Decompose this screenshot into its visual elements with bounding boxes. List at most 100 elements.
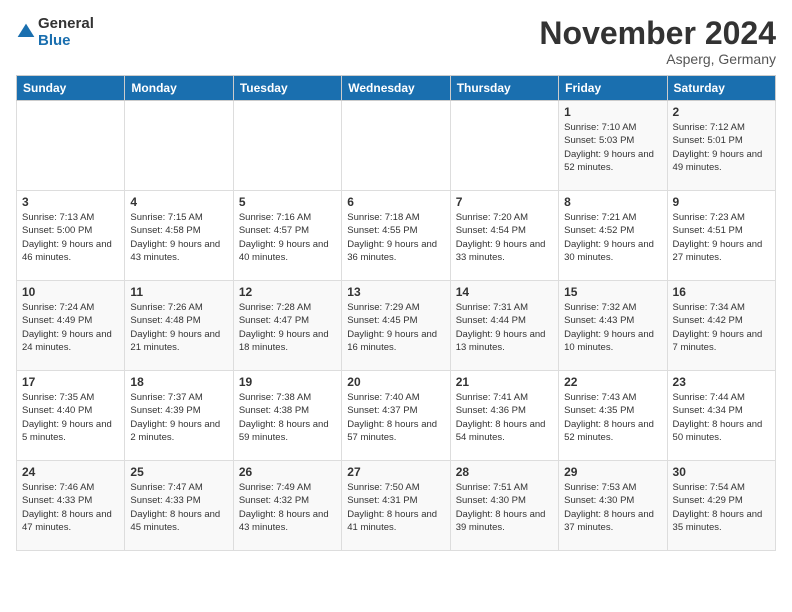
logo-blue-text: Blue — [38, 33, 94, 50]
calendar-cell: 19 Sunrise: 7:38 AM Sunset: 4:38 PM Dayli… — [233, 371, 341, 461]
weekday-header-monday: Monday — [125, 76, 233, 101]
day-number: 3 — [22, 195, 119, 209]
calendar-cell: 24 Sunrise: 7:46 AM Sunset: 4:33 PM Dayli… — [17, 461, 125, 551]
day-number: 22 — [564, 375, 661, 389]
day-info: Sunrise: 7:31 AM Sunset: 4:44 PM Dayligh… — [456, 301, 553, 354]
calendar-cell: 6Sunrise: 7:18 AM Sunset: 4:55 PM Daylig… — [342, 191, 450, 281]
day-number: 7 — [456, 195, 553, 209]
day-number: 12 — [239, 285, 336, 299]
day-info: Sunrise: 7:15 AM Sunset: 4:58 PM Dayligh… — [130, 211, 227, 264]
weekday-header-wednesday: Wednesday — [342, 76, 450, 101]
day-number: 18 — [130, 375, 227, 389]
day-number: 21 — [456, 375, 553, 389]
day-number: 5 — [239, 195, 336, 209]
day-info: Sunrise: 7:32 AM Sunset: 4:43 PM Dayligh… — [564, 301, 661, 354]
calendar-cell: 7 Sunrise: 7:20 AM Sunset: 4:54 PM Daylig… — [450, 191, 558, 281]
calendar-cell: 23 Sunrise: 7:44 AM Sunset: 4:34 PM Dayli… — [667, 371, 775, 461]
day-number: 25 — [130, 465, 227, 479]
day-info: Sunrise: 7:28 AM Sunset: 4:47 PM Dayligh… — [239, 301, 336, 354]
calendar-cell — [233, 101, 341, 191]
logo-general-text: General — [38, 16, 94, 33]
day-info: Sunrise: 7:23 AM Sunset: 4:51 PM Dayligh… — [673, 211, 770, 264]
day-number: 16 — [673, 285, 770, 299]
day-number: 27 — [347, 465, 444, 479]
logo-icon — [16, 22, 36, 42]
day-info: Sunrise: 7:34 AM Sunset: 4:42 PM Dayligh… — [673, 301, 770, 354]
calendar-cell: 13 Sunrise: 7:29 AM Sunset: 4:45 PM Dayli… — [342, 281, 450, 371]
calendar-week-1: 1Sunrise: 7:10 AM Sunset: 5:03 PM Daylig… — [17, 101, 776, 191]
day-info: Sunrise: 7:47 AM Sunset: 4:33 PM Dayligh… — [130, 481, 227, 534]
calendar-cell: 5 Sunrise: 7:16 AM Sunset: 4:57 PM Daylig… — [233, 191, 341, 281]
day-number: 20 — [347, 375, 444, 389]
calendar-cell: 29Sunrise: 7:53 AM Sunset: 4:30 PM Dayli… — [559, 461, 667, 551]
day-number: 17 — [22, 375, 119, 389]
calendar-cell — [342, 101, 450, 191]
day-info: Sunrise: 7:44 AM Sunset: 4:34 PM Dayligh… — [673, 391, 770, 444]
calendar-cell: 20 Sunrise: 7:40 AM Sunset: 4:37 PM Dayli… — [342, 371, 450, 461]
calendar-cell: 2 Sunrise: 7:12 AM Sunset: 5:01 PM Daylig… — [667, 101, 775, 191]
calendar-cell: 27 Sunrise: 7:50 AM Sunset: 4:31 PM Dayli… — [342, 461, 450, 551]
calendar-cell: 15Sunrise: 7:32 AM Sunset: 4:43 PM Dayli… — [559, 281, 667, 371]
day-number: 14 — [456, 285, 553, 299]
weekday-header-tuesday: Tuesday — [233, 76, 341, 101]
day-number: 19 — [239, 375, 336, 389]
day-info: Sunrise: 7:12 AM Sunset: 5:01 PM Dayligh… — [673, 121, 770, 174]
location: Asperg, Germany — [539, 51, 776, 67]
day-number: 23 — [673, 375, 770, 389]
day-info: Sunrise: 7:18 AM Sunset: 4:55 PM Dayligh… — [347, 211, 444, 264]
calendar-cell: 16 Sunrise: 7:34 AM Sunset: 4:42 PM Dayli… — [667, 281, 775, 371]
calendar-cell: 8 Sunrise: 7:21 AM Sunset: 4:52 PM Daylig… — [559, 191, 667, 281]
calendar-table: SundayMondayTuesdayWednesdayThursdayFrid… — [16, 75, 776, 551]
calendar-week-2: 3 Sunrise: 7:13 AM Sunset: 5:00 PM Daylig… — [17, 191, 776, 281]
day-info: Sunrise: 7:35 AM Sunset: 4:40 PM Dayligh… — [22, 391, 119, 444]
day-info: Sunrise: 7:21 AM Sunset: 4:52 PM Dayligh… — [564, 211, 661, 264]
day-number: 8 — [564, 195, 661, 209]
calendar-cell: 26Sunrise: 7:49 AM Sunset: 4:32 PM Dayli… — [233, 461, 341, 551]
calendar-cell: 9 Sunrise: 7:23 AM Sunset: 4:51 PM Daylig… — [667, 191, 775, 281]
calendar-cell: 1Sunrise: 7:10 AM Sunset: 5:03 PM Daylig… — [559, 101, 667, 191]
day-number: 1 — [564, 105, 661, 119]
calendar-cell: 10 Sunrise: 7:24 AM Sunset: 4:49 PM Dayli… — [17, 281, 125, 371]
day-info: Sunrise: 7:38 AM Sunset: 4:38 PM Dayligh… — [239, 391, 336, 444]
calendar-cell: 11Sunrise: 7:26 AM Sunset: 4:48 PM Dayli… — [125, 281, 233, 371]
day-info: Sunrise: 7:37 AM Sunset: 4:39 PM Dayligh… — [130, 391, 227, 444]
day-number: 4 — [130, 195, 227, 209]
calendar-cell: 28Sunrise: 7:51 AM Sunset: 4:30 PM Dayli… — [450, 461, 558, 551]
logo: General Blue — [16, 16, 94, 49]
weekday-header-saturday: Saturday — [667, 76, 775, 101]
weekday-header-sunday: Sunday — [17, 76, 125, 101]
day-info: Sunrise: 7:41 AM Sunset: 4:36 PM Dayligh… — [456, 391, 553, 444]
day-info: Sunrise: 7:16 AM Sunset: 4:57 PM Dayligh… — [239, 211, 336, 264]
day-number: 13 — [347, 285, 444, 299]
day-info: Sunrise: 7:40 AM Sunset: 4:37 PM Dayligh… — [347, 391, 444, 444]
day-number: 29 — [564, 465, 661, 479]
day-info: Sunrise: 7:29 AM Sunset: 4:45 PM Dayligh… — [347, 301, 444, 354]
day-info: Sunrise: 7:24 AM Sunset: 4:49 PM Dayligh… — [22, 301, 119, 354]
day-info: Sunrise: 7:13 AM Sunset: 5:00 PM Dayligh… — [22, 211, 119, 264]
calendar-week-5: 24 Sunrise: 7:46 AM Sunset: 4:33 PM Dayli… — [17, 461, 776, 551]
calendar-cell — [17, 101, 125, 191]
calendar-week-3: 10 Sunrise: 7:24 AM Sunset: 4:49 PM Dayli… — [17, 281, 776, 371]
day-number: 10 — [22, 285, 119, 299]
day-info: Sunrise: 7:54 AM Sunset: 4:29 PM Dayligh… — [673, 481, 770, 534]
day-number: 26 — [239, 465, 336, 479]
day-number: 28 — [456, 465, 553, 479]
month-title: November 2024 — [539, 16, 776, 51]
day-number: 11 — [130, 285, 227, 299]
calendar-header: SundayMondayTuesdayWednesdayThursdayFrid… — [17, 76, 776, 101]
weekday-row: SundayMondayTuesdayWednesdayThursdayFrid… — [17, 76, 776, 101]
calendar-cell: 14 Sunrise: 7:31 AM Sunset: 4:44 PM Dayli… — [450, 281, 558, 371]
day-number: 2 — [673, 105, 770, 119]
day-info: Sunrise: 7:46 AM Sunset: 4:33 PM Dayligh… — [22, 481, 119, 534]
day-number: 9 — [673, 195, 770, 209]
day-info: Sunrise: 7:50 AM Sunset: 4:31 PM Dayligh… — [347, 481, 444, 534]
day-info: Sunrise: 7:20 AM Sunset: 4:54 PM Dayligh… — [456, 211, 553, 264]
calendar-cell: 3 Sunrise: 7:13 AM Sunset: 5:00 PM Daylig… — [17, 191, 125, 281]
weekday-header-friday: Friday — [559, 76, 667, 101]
calendar-cell — [450, 101, 558, 191]
title-area: November 2024 Asperg, Germany — [539, 16, 776, 67]
calendar-week-4: 17 Sunrise: 7:35 AM Sunset: 4:40 PM Dayli… — [17, 371, 776, 461]
day-number: 24 — [22, 465, 119, 479]
day-info: Sunrise: 7:43 AM Sunset: 4:35 PM Dayligh… — [564, 391, 661, 444]
calendar-body: 1Sunrise: 7:10 AM Sunset: 5:03 PM Daylig… — [17, 101, 776, 551]
